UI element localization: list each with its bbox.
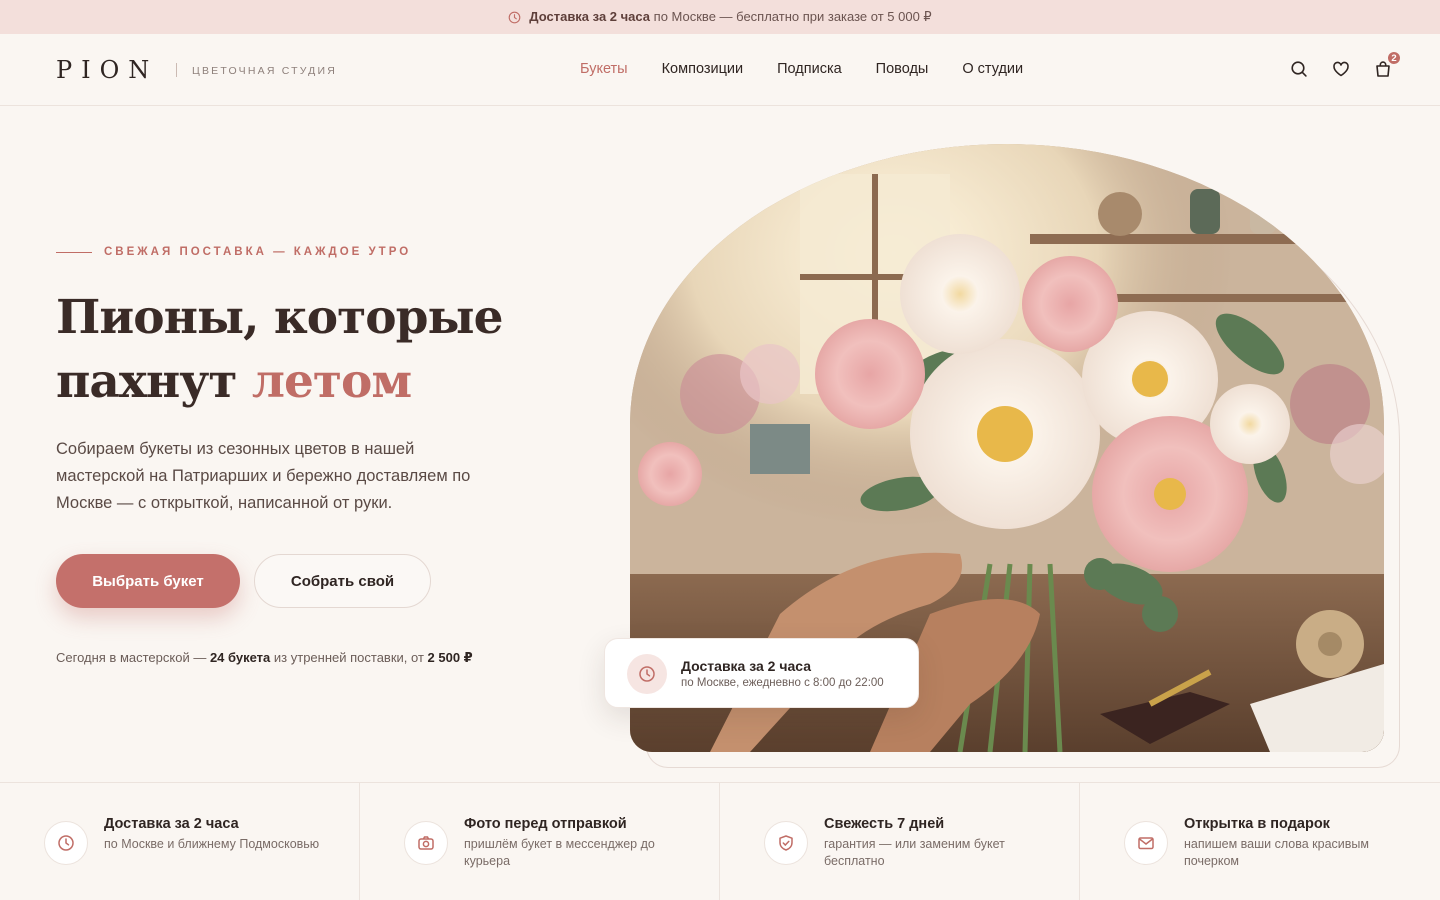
feature-title: Свежесть 7 дней — [824, 816, 945, 832]
logo[interactable]: PION — [56, 56, 158, 84]
feature-title: Открытка в подарок — [1184, 816, 1330, 832]
choose-bouquet-button[interactable]: Выбрать букет — [56, 554, 240, 608]
camera-icon — [404, 821, 448, 865]
clock-icon — [627, 654, 667, 694]
announcement-bar: Доставка за 2 часа по Москве — бесплатно… — [0, 0, 1440, 34]
announcement-text: по Москве — бесплатно при заказе от 5 00… — [653, 9, 932, 24]
logo-divider — [176, 63, 177, 77]
cart-count-badge: 2 — [1386, 50, 1402, 66]
eyebrow-line — [56, 251, 92, 253]
hero-title-accent: летом — [251, 354, 412, 409]
hero-eyebrow: СВЕЖАЯ ПОСТАВКА — КАЖДОЕ УТРО — [56, 246, 411, 258]
search-icon[interactable] — [1290, 60, 1308, 78]
feature-item: Свежесть 7 дней гарантия — или заменим б… — [720, 783, 1080, 900]
main-nav: Букеты Композиции Подписка Поводы О студ… — [580, 61, 1023, 77]
hero-description: Собираем букеты из сезонных цветов в наш… — [56, 440, 471, 512]
feature-title: Фото перед отправкой — [464, 816, 627, 832]
heart-icon[interactable] — [1332, 60, 1350, 78]
today-price: 2 500 ₽ — [427, 650, 473, 665]
nav-item-bouquets[interactable]: Букеты — [580, 61, 628, 77]
build-your-own-button[interactable]: Собрать свой — [254, 554, 431, 608]
feature-title: Доставка за 2 часа — [104, 816, 239, 832]
announcement-bold: Доставка за 2 часа — [529, 9, 651, 24]
feature-item: Фото перед отправкой пришлём букет в мес… — [360, 783, 720, 900]
header-actions: 2 — [1290, 50, 1402, 78]
site-header: PION ЦВЕТОЧНАЯ СТУДИЯ Букеты Композиции … — [0, 34, 1440, 106]
nav-item-about[interactable]: О студии — [962, 61, 1023, 77]
today-stock-info: Сегодня в мастерской — 24 букета из утре… — [56, 650, 473, 665]
logo-tagline: ЦВЕТОЧНАЯ СТУДИЯ — [192, 65, 338, 77]
nav-item-subscription[interactable]: Подписка — [777, 61, 842, 77]
nav-item-occasions[interactable]: Поводы — [876, 61, 929, 77]
shield-icon — [764, 821, 808, 865]
feature-desc: пришлём букет в мессенджер до курьера — [464, 837, 655, 868]
nav-item-compositions[interactable]: Композиции — [662, 61, 744, 77]
today-count: 24 букета — [209, 650, 271, 665]
delivery-info-card: Доставка за 2 часа по Москве, ежедневно … — [604, 638, 919, 708]
mail-icon — [1124, 821, 1168, 865]
hero-title-line1: Пионы, которые — [56, 290, 503, 345]
features-strip: Доставка за 2 часа по Москве и ближнему … — [0, 782, 1440, 900]
feature-desc: по Москве и ближнему Подмосковью — [104, 837, 320, 851]
hero-title-line2: пахнут — [56, 354, 252, 409]
delivery-card-title: Доставка за 2 часа — [681, 658, 812, 674]
clock-icon — [508, 11, 521, 24]
feature-desc: гарантия — или заменим букет бесплатно — [824, 837, 1005, 868]
feature-item: Доставка за 2 часа по Москве и ближнему … — [0, 783, 360, 900]
feature-item: Открытка в подарок напишем ваши слова кр… — [1080, 783, 1440, 900]
eyebrow-text: СВЕЖАЯ ПОСТАВКА — КАЖДОЕ УТРО — [104, 246, 412, 258]
hero-title: Пионы, которые пахнут летом — [56, 286, 576, 414]
delivery-card-subtitle: по Москве, ежедневно с 8:00 до 22:00 — [681, 677, 884, 689]
cart-button[interactable]: 2 — [1374, 50, 1402, 78]
feature-desc: напишем ваши слова красивым почерком — [1184, 837, 1369, 868]
clock-icon — [44, 821, 88, 865]
